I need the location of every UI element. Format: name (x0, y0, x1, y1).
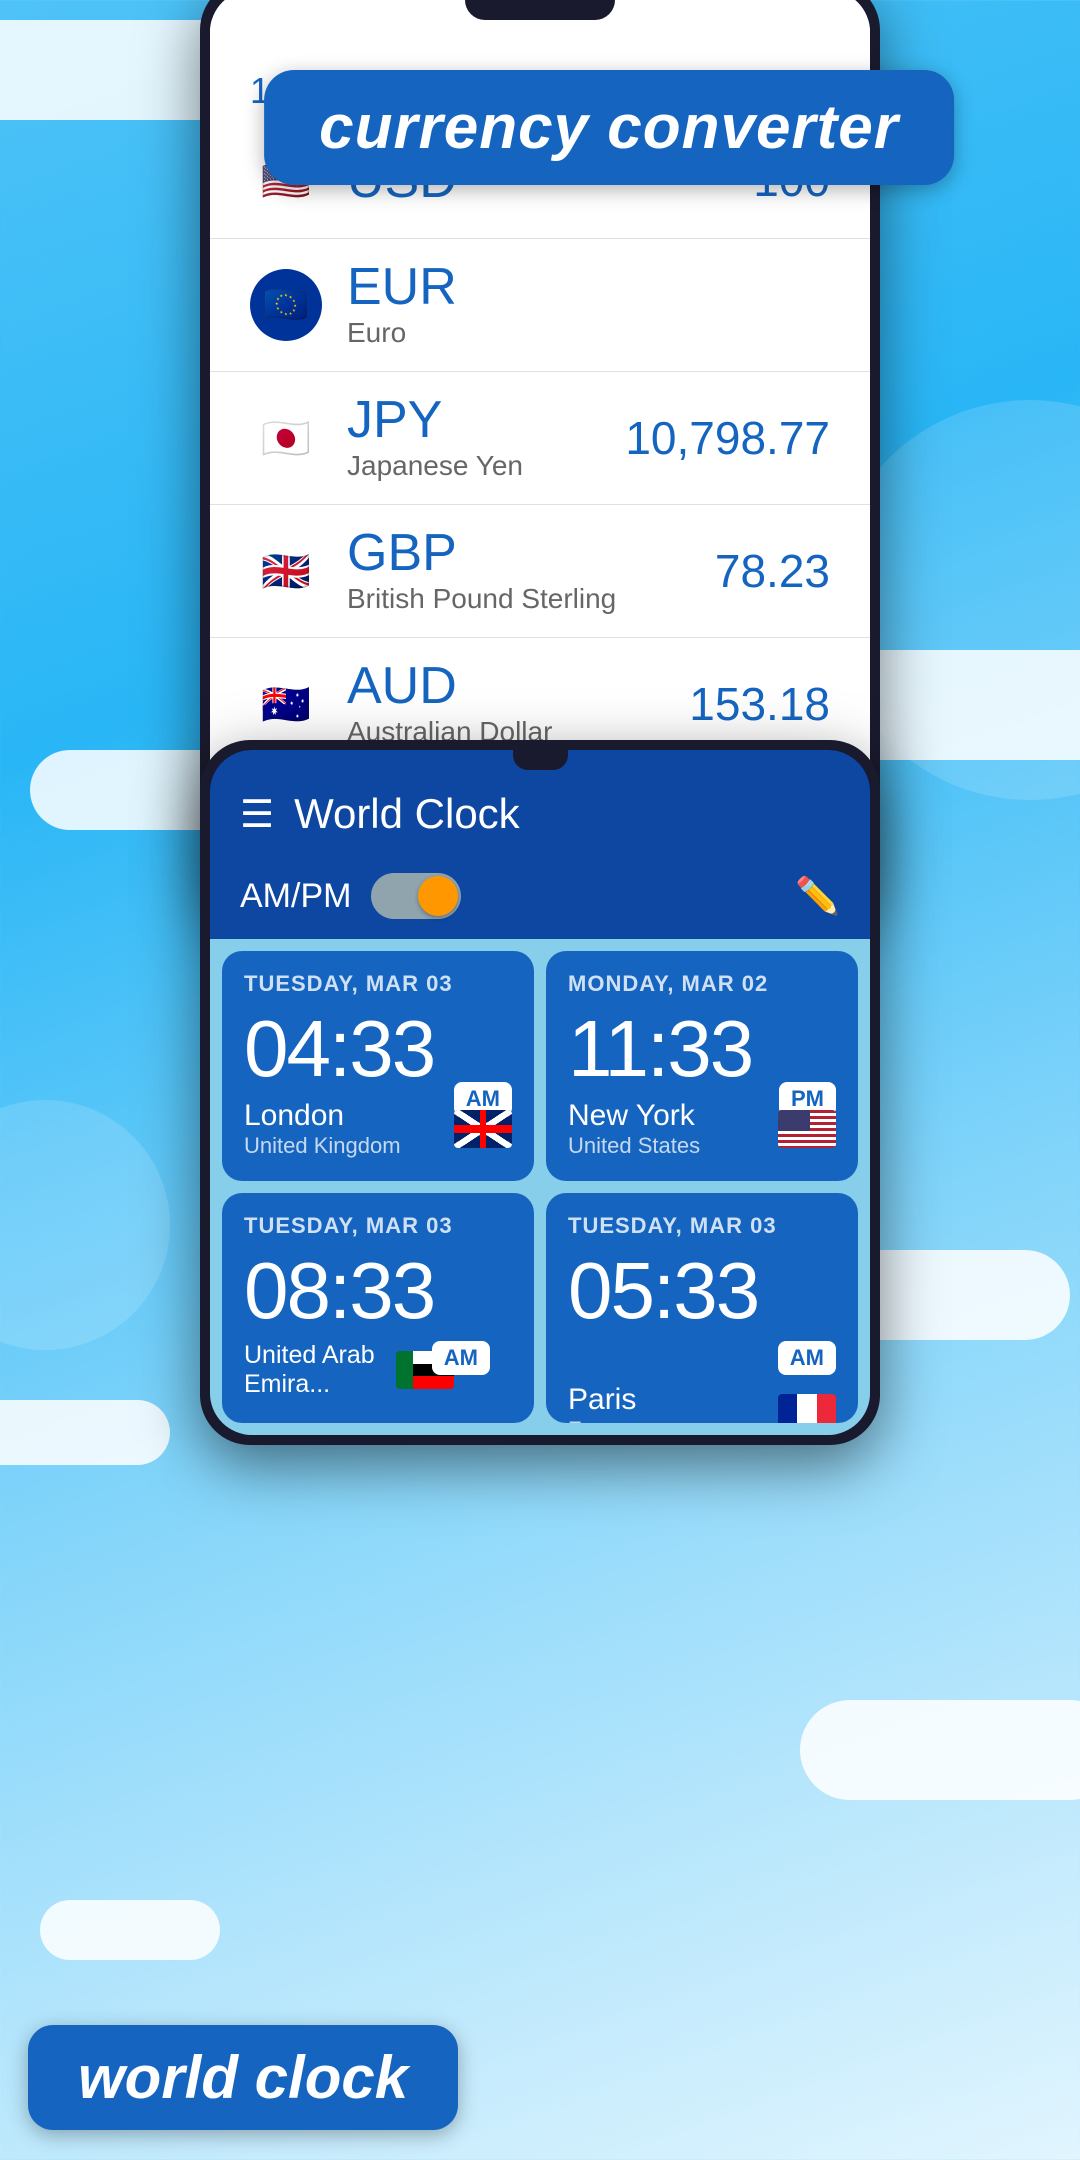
card-ampm-uae: AM (432, 1341, 490, 1375)
currency-row-eur: 🇪🇺 EUR Euro (210, 239, 870, 372)
card-city-row-paris: Paris France (568, 1383, 836, 1423)
world-clock-header: ☰ World Clock (210, 770, 870, 858)
currency-value-jpy: 10,798.77 (625, 411, 830, 465)
currency-code-jpy: JPY (347, 394, 625, 446)
clock-card-london: TUESDAY, MAR 03 04:33 AM London United K… (222, 951, 534, 1181)
ampm-label: AM/PM (240, 877, 351, 916)
clock-grid: TUESDAY, MAR 03 04:33 AM London United K… (210, 939, 870, 1435)
city-info-uae: United Arab Emira... (244, 1341, 396, 1399)
currency-value-aud: 153.18 (689, 677, 830, 731)
ampm-row: AM/PM ✏️ (210, 858, 870, 939)
card-city-paris: Paris (568, 1383, 636, 1417)
card-time-london: 04:33 (244, 1007, 512, 1091)
flag-gbp: 🇬🇧 (250, 535, 322, 607)
flag-uk (454, 1110, 512, 1148)
card-time-paris: 05:33 (568, 1249, 836, 1333)
currency-info-eur: EUR Euro (347, 261, 830, 349)
flag-us (778, 1110, 836, 1148)
currency-code-eur: EUR (347, 261, 830, 313)
city-info-paris: Paris France (568, 1383, 636, 1423)
card-city-london: London (244, 1099, 401, 1133)
currency-code-gbp: GBP (347, 527, 715, 579)
edit-icon[interactable]: ✏️ (795, 875, 840, 917)
card-time-uae: 08:33 (244, 1249, 512, 1333)
card-ampm-paris: AM (778, 1341, 836, 1375)
currency-name-gbp: British Pound Sterling (347, 583, 715, 615)
card-date-paris: TUESDAY, MAR 03 (568, 1213, 836, 1239)
flag-eur: 🇪🇺 (250, 269, 322, 341)
flag-jpy: 🇯🇵 (250, 402, 322, 474)
city-info-london: London United Kingdom (244, 1099, 401, 1159)
card-country-london: United Kingdom (244, 1133, 401, 1159)
world-clock-badge-text: world clock (78, 2044, 408, 2111)
ampm-toggle[interactable] (371, 873, 461, 919)
currency-converter-badge: currency converter (264, 70, 954, 185)
currency-info-aud: AUD Australian Dollar (347, 660, 689, 748)
card-city-newyork: New York (568, 1099, 700, 1133)
card-date-london: TUESDAY, MAR 03 (244, 971, 512, 997)
card-city-uae: United Arab Emira... (244, 1341, 396, 1399)
card-date-newyork: MONDAY, MAR 02 (568, 971, 836, 997)
currency-row-gbp: 🇬🇧 GBP British Pound Sterling 78.23 (210, 505, 870, 638)
currency-info-gbp: GBP British Pound Sterling (347, 527, 715, 615)
currency-name-eur: Euro (347, 317, 830, 349)
card-date-uae: TUESDAY, MAR 03 (244, 1213, 512, 1239)
currency-info-jpy: JPY Japanese Yen (347, 394, 625, 482)
card-time-newyork: 11:33 (568, 1007, 836, 1091)
world-clock-phone: ☰ World Clock AM/PM ✏️ TUESDAY, MAR 03 0… (200, 740, 880, 1445)
currency-value-gbp: 78.23 (715, 544, 830, 598)
clock-card-uae: TUESDAY, MAR 03 08:33 AM United Arab Emi… (222, 1193, 534, 1423)
currency-code-aud: AUD (347, 660, 689, 712)
currency-name-jpy: Japanese Yen (347, 450, 625, 482)
card-country-paris: France (568, 1417, 636, 1423)
world-clock-title: World Clock (294, 790, 840, 838)
toggle-knob (418, 876, 458, 916)
currency-badge-text: currency converter (319, 93, 899, 162)
card-city-row-uae: United Arab Emira... (244, 1341, 454, 1399)
flag-aud: 🇦🇺 (250, 668, 322, 740)
clock-card-paris: TUESDAY, MAR 03 05:33 AM Paris France (546, 1193, 858, 1423)
world-clock-badge: world clock (28, 2025, 458, 2130)
card-country-newyork: United States (568, 1133, 700, 1159)
city-info-newyork: New York United States (568, 1099, 700, 1159)
clock-card-newyork: MONDAY, MAR 02 11:33 PM New York United … (546, 951, 858, 1181)
flag-fr (778, 1394, 836, 1423)
hamburger-icon[interactable]: ☰ (240, 792, 274, 837)
currency-row-jpy: 🇯🇵 JPY Japanese Yen 10,798.77 (210, 372, 870, 505)
